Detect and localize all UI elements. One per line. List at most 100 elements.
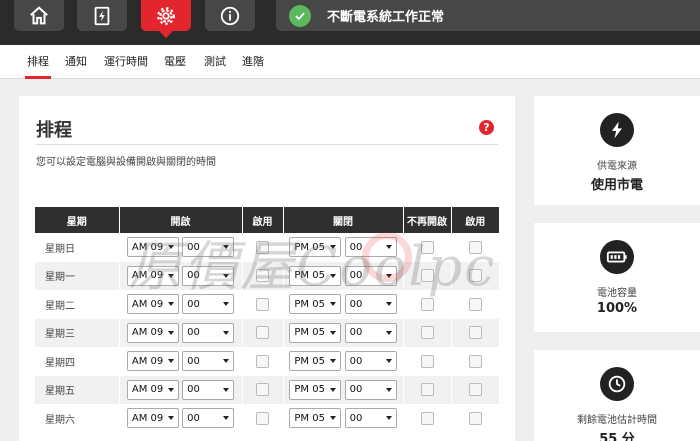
tab-notification[interactable]: 通知 — [65, 53, 87, 79]
close-enable-checkbox[interactable] — [468, 383, 482, 397]
open-minute-select-value: 00 — [187, 355, 200, 367]
open-minute-select-value: 00 — [187, 384, 200, 396]
close-minute-select[interactable]: 00 — [344, 294, 397, 315]
info-button[interactable] — [205, 0, 255, 31]
tab-test[interactable]: 測試 — [204, 53, 226, 79]
tab-schedule[interactable]: 排程 — [25, 53, 51, 79]
tab-runtime[interactable]: 運行時間 — [104, 53, 148, 79]
open-hour-select-value: AM 09 — [131, 270, 164, 282]
chevron-down-icon — [223, 245, 230, 250]
close-hour-select[interactable]: PM 05 — [289, 294, 342, 315]
open-minute-select[interactable]: 00 — [182, 294, 235, 315]
close-minute-select[interactable]: 00 — [344, 322, 397, 343]
open-enable-checkbox[interactable] — [256, 326, 269, 340]
close-hour-select[interactable]: PM 05 — [289, 265, 342, 286]
open-enable-checkbox[interactable] — [256, 297, 269, 311]
open-minute-select[interactable]: 00 — [182, 237, 235, 258]
close-enable-checkbox[interactable] — [468, 269, 482, 283]
table-row: 星期二 AM 09 00 PM 05 00 — [35, 290, 499, 319]
no-reopen-checkbox[interactable] — [420, 240, 434, 254]
no-reopen-cell — [402, 233, 451, 262]
close-minute-select-value: 00 — [349, 327, 363, 339]
table-row: 星期日 AM 09 00 PM 05 00 — [35, 233, 499, 262]
open-enable-checkbox[interactable] — [256, 383, 269, 397]
open-hour-select[interactable]: AM 09 — [126, 322, 179, 343]
day-cell: 星期二 — [35, 290, 119, 319]
open-minute-select[interactable]: 00 — [182, 265, 235, 286]
no-reopen-cell — [402, 318, 451, 347]
open-enable-checkbox[interactable] — [256, 269, 269, 283]
no-reopen-checkbox[interactable] — [420, 383, 434, 397]
chevron-down-icon — [385, 273, 392, 278]
close-minute-select-value: 00 — [349, 298, 363, 310]
open-minute-select[interactable]: 00 — [182, 322, 235, 343]
close-hour-select[interactable]: PM 05 — [289, 322, 342, 343]
settings-button[interactable] — [141, 0, 191, 31]
open-hour-select[interactable]: AM 09 — [126, 294, 179, 315]
lightning-icon — [600, 113, 634, 147]
close-minute-select[interactable]: 00 — [344, 379, 397, 400]
close-hour-select[interactable]: PM 05 — [289, 237, 342, 258]
open-enable-checkbox[interactable] — [256, 411, 269, 425]
chevron-down-icon — [167, 245, 174, 250]
close-hour-select-value: PM 05 — [294, 298, 325, 310]
no-reopen-checkbox[interactable] — [420, 269, 434, 283]
no-reopen-checkbox[interactable] — [420, 326, 434, 340]
no-reopen-checkbox[interactable] — [420, 297, 434, 311]
schedule-panel: 排程 ? 您可以設定電腦與設備開啟與關閉的時間 星期 開啟 啟用 關閉 不再開啟… — [19, 96, 515, 441]
table-row: 星期六 AM 09 00 PM 05 00 — [35, 404, 499, 433]
close-enable-checkbox[interactable] — [468, 411, 482, 425]
help-icon[interactable]: ? — [479, 120, 494, 135]
close-time-cell: PM 05 00 — [282, 290, 403, 319]
home-button[interactable] — [14, 0, 64, 31]
day-cell: 星期五 — [35, 375, 119, 404]
close-enable-checkbox[interactable] — [468, 240, 482, 254]
open-hour-select[interactable]: AM 09 — [126, 351, 179, 372]
close-hour-select[interactable]: PM 05 — [289, 408, 342, 429]
chevron-down-icon — [223, 416, 230, 421]
open-hour-select[interactable]: AM 09 — [126, 237, 179, 258]
open-hour-select[interactable]: AM 09 — [126, 379, 179, 400]
tab-voltage[interactable]: 電壓 — [164, 53, 186, 79]
close-minute-select[interactable]: 00 — [344, 265, 397, 286]
close-hour-select-value: PM 05 — [294, 384, 325, 396]
open-minute-select[interactable]: 00 — [182, 408, 235, 429]
close-time-cell: PM 05 00 — [282, 233, 403, 262]
open-hour-select[interactable]: AM 09 — [126, 408, 179, 429]
close-enable-checkbox[interactable] — [468, 326, 482, 340]
close-minute-select-value: 00 — [349, 355, 363, 367]
open-minute-select[interactable]: 00 — [182, 351, 235, 372]
open-enable-checkbox[interactable] — [256, 240, 269, 254]
chevron-down-icon — [167, 359, 174, 364]
open-enable-cell — [241, 347, 283, 376]
close-hour-select-value: PM 05 — [294, 270, 325, 282]
open-hour-select[interactable]: AM 09 — [126, 265, 179, 286]
close-enable-checkbox[interactable] — [468, 297, 482, 311]
close-hour-select-value: PM 05 — [294, 327, 325, 339]
no-reopen-checkbox[interactable] — [420, 354, 434, 368]
close-enable-checkbox[interactable] — [468, 354, 482, 368]
check-icon — [289, 4, 311, 27]
chevron-down-icon — [385, 302, 392, 307]
runtime-value: 55 分 — [599, 432, 635, 441]
close-hour-select[interactable]: PM 05 — [289, 379, 342, 400]
header-enable-open: 啟用 — [241, 207, 283, 233]
open-time-cell: AM 09 00 — [118, 347, 242, 376]
close-hour-select[interactable]: PM 05 — [289, 351, 342, 372]
power-source-card: 供電來源 使用市電 — [534, 96, 700, 205]
open-enable-checkbox[interactable] — [256, 354, 269, 368]
no-reopen-checkbox[interactable] — [420, 411, 434, 425]
header-open: 開啟 — [118, 207, 242, 233]
close-minute-select[interactable]: 00 — [344, 237, 397, 258]
open-minute-select[interactable]: 00 — [182, 379, 235, 400]
tab-advanced[interactable]: 進階 — [242, 53, 264, 79]
close-minute-select[interactable]: 00 — [344, 408, 397, 429]
power-button[interactable] — [77, 0, 127, 31]
clock-icon — [600, 367, 634, 401]
close-minute-select[interactable]: 00 — [344, 351, 397, 372]
table-row: 星期四 AM 09 00 PM 05 00 — [35, 347, 499, 376]
close-time-cell: PM 05 00 — [282, 404, 403, 433]
power-source-label: 供電來源 — [597, 161, 637, 172]
open-minute-select-value: 00 — [187, 412, 200, 424]
close-enable-cell — [450, 347, 499, 376]
